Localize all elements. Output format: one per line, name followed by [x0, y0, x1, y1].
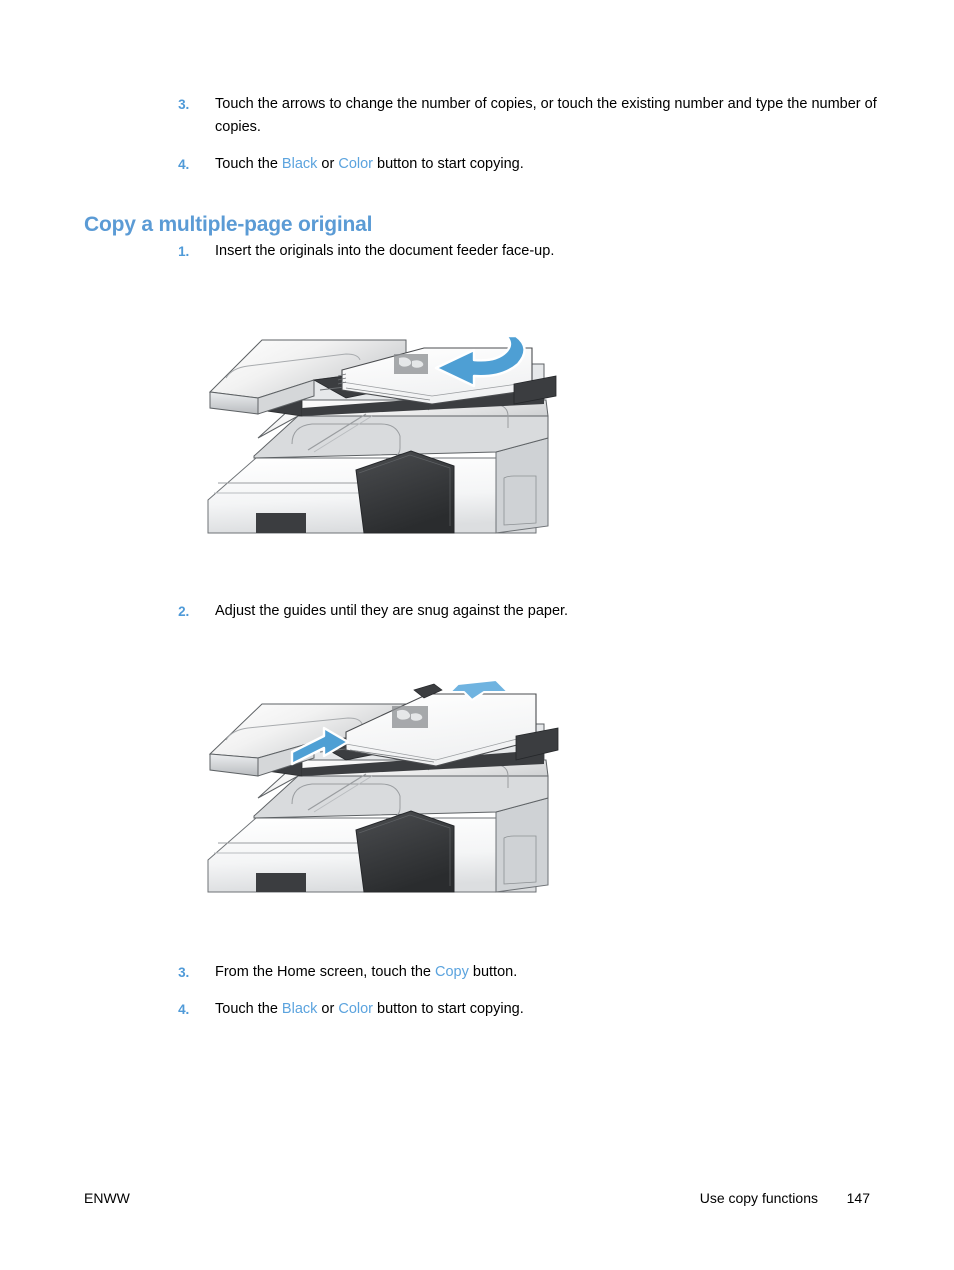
ui-reference-black: Black [281, 1001, 318, 1017]
list-item-number: 4. [178, 1002, 189, 1017]
document-page: 3. Touch the arrows to change the number… [0, 0, 954, 1270]
ui-reference-color: Color [338, 156, 373, 172]
proc-list-final: 3. From the Home screen, touch the Copy … [155, 961, 895, 1021]
printer-illustration-svg [207, 334, 557, 534]
final-steps-list: 3. From the Home screen, touch the Copy … [155, 961, 895, 1021]
ui-reference-color: Color [338, 1001, 373, 1017]
text-segment: button to start copying. [373, 1001, 524, 1017]
page-title: Copy a multiple-page original [84, 213, 373, 237]
text-segment: or [317, 156, 339, 172]
text-segment: button. [468, 964, 518, 980]
text-segment: Touch the arrows to change the number of… [215, 96, 877, 135]
hp-logo-watermark [392, 706, 428, 728]
paper-stack [345, 683, 559, 767]
printer-document-feeder-guides-illustration [196, 670, 566, 900]
list-item: 2. Adjust the guides until they are snug… [155, 600, 895, 623]
step-2-block: 2. Adjust the guides until they are snug… [155, 600, 895, 623]
list-item: 3. Touch the arrows to change the number… [155, 93, 895, 139]
list-item-text: Touch the Black or Color button to start… [189, 153, 524, 176]
list-item-number: 2. [178, 604, 189, 619]
footer-chapter-title: Use copy functions [699, 1190, 818, 1206]
text-segment: or [317, 1001, 339, 1017]
list-item-text: Adjust the guides until they are snug ag… [215, 603, 569, 619]
step-1-block: 1. Insert the originals into the documen… [155, 240, 895, 263]
list-item: 4. Touch the Black or Color button to st… [155, 153, 895, 176]
list-item: 3. From the Home screen, touch the Copy … [155, 961, 895, 984]
text-segment: button to start copying. [373, 156, 524, 172]
page-number: 147 [846, 1190, 870, 1206]
list-item-text: From the Home screen, touch the Copy but… [189, 961, 517, 984]
list-item-number: 4. [178, 157, 189, 172]
proc-list-step1: 1. Insert the originals into the documen… [155, 240, 895, 263]
ui-reference-black: Black [281, 156, 318, 172]
list-item: 1. Insert the originals into the documen… [155, 240, 895, 263]
proc-list-intro: 3. Touch the arrows to change the number… [155, 93, 895, 176]
page-footer: ENWW Use copy functions 147 [84, 1190, 870, 1212]
printer-illustration-svg [207, 679, 559, 893]
list-item-number: 3. [178, 965, 189, 980]
text-segment: From the Home screen, touch the [215, 964, 436, 980]
list-item: 4. Touch the Black or Color button to st… [155, 998, 895, 1021]
hp-logo-watermark [394, 354, 428, 374]
proc-list-step2: 2. Adjust the guides until they are snug… [155, 600, 895, 623]
text-segment: Touch the [215, 1001, 282, 1017]
list-item-number: 3. [178, 97, 189, 112]
footer-right-group: Use copy functions 147 [700, 1190, 870, 1206]
list-item-text: Touch the Black or Color button to start… [189, 998, 524, 1021]
list-item-number: 1. [178, 244, 189, 259]
text-segment: Touch the [215, 156, 282, 172]
list-item-text: Insert the originals into the document f… [215, 243, 555, 259]
intro-steps-list: 3. Touch the arrows to change the number… [155, 93, 895, 176]
list-item-text: Touch the arrows to change the number of… [189, 93, 895, 139]
ui-reference-copy: Copy [435, 964, 469, 980]
printer-document-feeder-load-illustration [196, 318, 566, 543]
footer-locale-code: ENWW [84, 1190, 130, 1206]
